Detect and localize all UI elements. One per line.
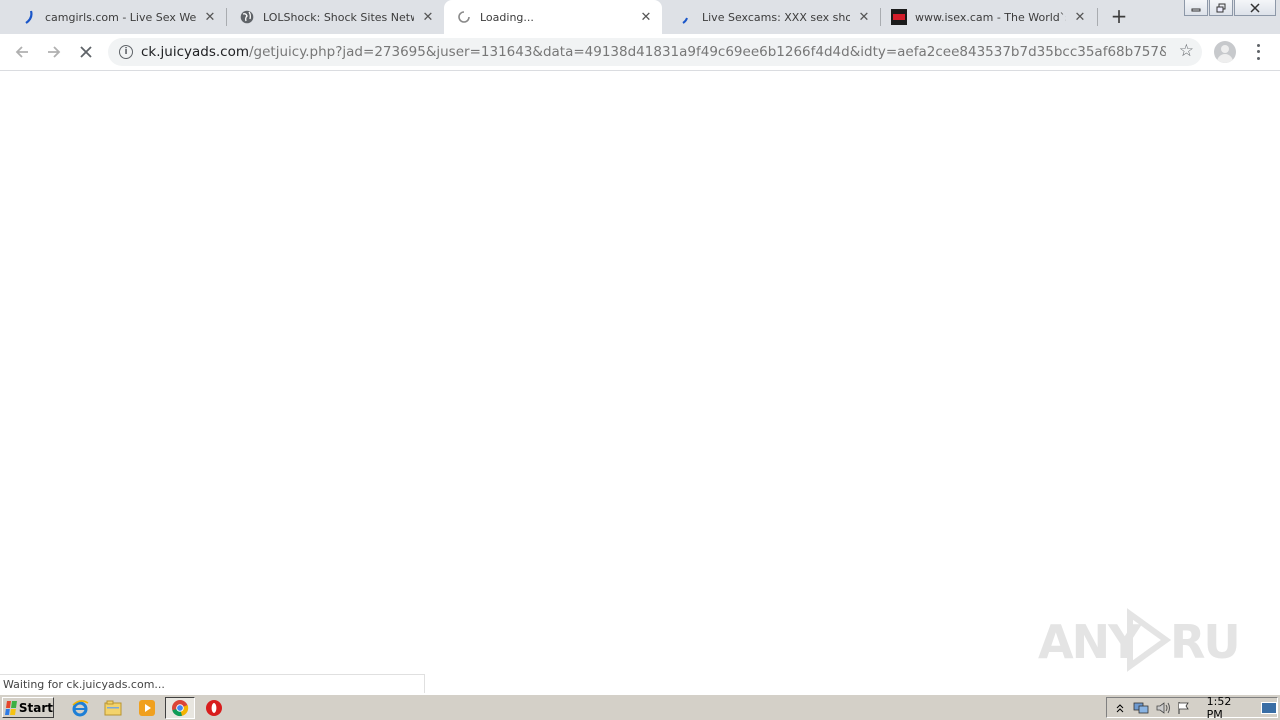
close-icon[interactable]: ✕ <box>856 9 872 25</box>
forward-button[interactable] <box>42 40 66 64</box>
start-label: Start <box>18 700 53 715</box>
forward-arrow-icon <box>48 46 61 58</box>
profile-avatar-icon[interactable] <box>1214 41 1236 63</box>
stop-loading-button[interactable] <box>74 40 98 64</box>
back-arrow-icon <box>15 46 28 58</box>
restore-button[interactable] <box>1209 0 1233 16</box>
tab-livesexcams[interactable]: Live Sexcams: XXX sex shows Live ✕ <box>662 0 880 34</box>
show-desktop-icon[interactable] <box>1261 701 1278 714</box>
internet-explorer-icon[interactable] <box>70 698 90 718</box>
new-tab-button[interactable]: + <box>1108 6 1130 28</box>
show-hidden-icons-icon[interactable] <box>1111 700 1128 716</box>
media-player-icon[interactable] <box>137 698 157 718</box>
tab-title: LOLShock: Shock Sites Network <box>263 10 414 24</box>
tab-title: Loading... <box>480 10 534 24</box>
minimize-button[interactable] <box>1184 0 1208 16</box>
page-content <box>0 72 1280 692</box>
tab-lolshock[interactable]: LOLShock: Shock Sites Network ✕ <box>218 0 444 34</box>
chrome-taskbar-button[interactable] <box>165 697 195 719</box>
bookmark-star-icon[interactable]: ☆ <box>1179 43 1194 60</box>
isex-logo-icon <box>891 9 907 25</box>
tab-title: Live Sexcams: XXX sex shows Live <box>702 10 850 24</box>
tab-strip: camgirls.com - Live Sex Web Cam ✕ LOLSho… <box>0 0 1280 34</box>
system-tray: 1:52 PM <box>1106 695 1278 720</box>
url-host: ck.juicyads.com <box>141 44 249 60</box>
tab-loading[interactable]: Loading... ✕ <box>444 0 662 34</box>
blue-swoosh-icon <box>678 9 694 25</box>
network-icon[interactable] <box>1132 700 1149 716</box>
info-icon[interactable]: i <box>119 45 133 59</box>
windows-logo-icon <box>5 700 17 715</box>
browser-toolbar: i ck.juicyads.com/getjuicy.php?jad=27369… <box>0 34 1280 71</box>
opera-icon[interactable] <box>204 698 224 718</box>
url-path: /getjuicy.php?jad=273695&juser=131643&da… <box>249 44 1166 60</box>
address-bar[interactable]: i ck.juicyads.com/getjuicy.php?jad=27369… <box>108 38 1202 66</box>
globe-icon <box>239 9 255 25</box>
tab-isex[interactable]: www.isex.cam - The World`s # ✕ <box>880 0 1096 34</box>
anyrun-watermark: ANY RUN <box>1038 608 1238 672</box>
volume-icon[interactable] <box>1154 700 1171 716</box>
blue-swoosh-icon <box>21 9 37 25</box>
tab-separator <box>1097 8 1098 26</box>
window-controls <box>1183 0 1276 18</box>
watermark-text-left: ANY <box>1038 615 1142 669</box>
close-icon[interactable]: ✕ <box>1072 9 1088 25</box>
status-bubble: Waiting for ck.juicyads.com... <box>0 674 425 693</box>
tab-title: camgirls.com - Live Sex Web Cam <box>45 10 196 24</box>
menu-icon[interactable] <box>1251 42 1265 62</box>
close-icon[interactable]: ✕ <box>202 9 218 25</box>
window-close-button[interactable] <box>1234 0 1276 16</box>
chrome-icon <box>172 700 189 717</box>
tab-title: www.isex.cam - The World`s # <box>915 10 1066 24</box>
action-center-flag-icon[interactable] <box>1175 700 1192 716</box>
address-url[interactable]: ck.juicyads.com/getjuicy.php?jad=273695&… <box>141 44 1166 60</box>
stop-icon <box>80 46 92 58</box>
start-button[interactable]: Start <box>2 697 54 718</box>
watermark-text-right: RUN <box>1170 615 1238 669</box>
close-icon[interactable]: ✕ <box>638 9 654 25</box>
close-icon[interactable]: ✕ <box>420 9 436 25</box>
tab-camgirls[interactable]: camgirls.com - Live Sex Web Cam ✕ <box>0 0 226 34</box>
file-explorer-icon[interactable] <box>103 698 123 718</box>
taskbar-clock[interactable]: 1:52 PM <box>1207 695 1250 720</box>
loading-spinner-icon <box>456 9 472 25</box>
taskbar: Start 1:52 PM <box>0 694 1280 720</box>
back-button[interactable] <box>10 40 34 64</box>
